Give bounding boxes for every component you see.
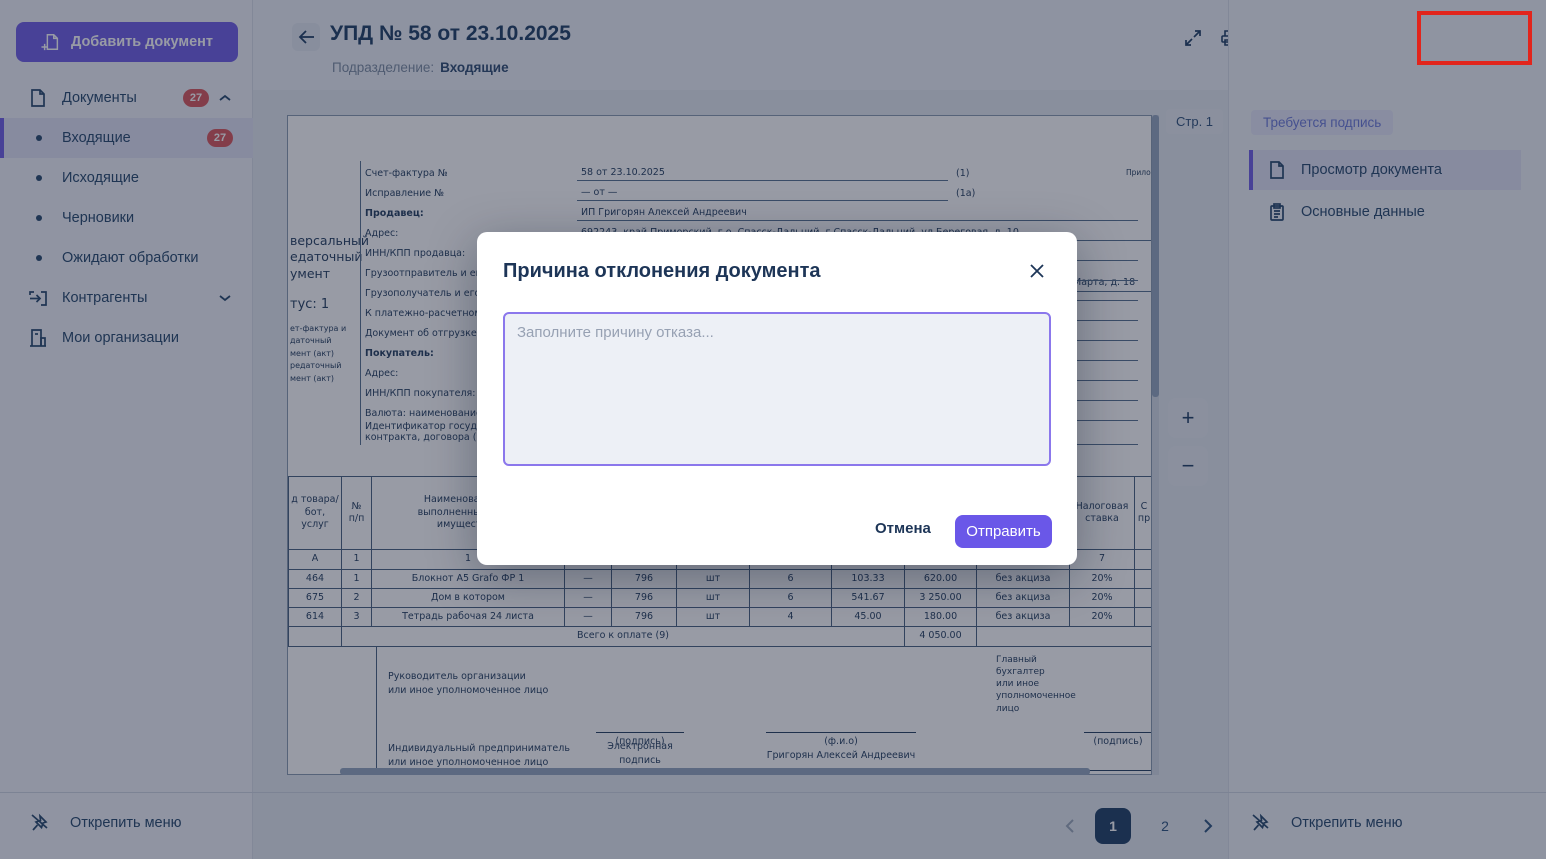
cancel-button[interactable]: Отмена	[875, 520, 931, 537]
app: Добавить документ Документы 27 Входящие …	[0, 0, 1546, 859]
submit-button[interactable]: Отправить	[955, 515, 1052, 548]
close-icon[interactable]	[1022, 256, 1052, 286]
modal-title: Причина отклонения документа	[503, 260, 820, 283]
reject-reason-input[interactable]	[503, 312, 1051, 466]
reject-reason-modal: Причина отклонения документа Отмена Отпр…	[477, 232, 1077, 565]
